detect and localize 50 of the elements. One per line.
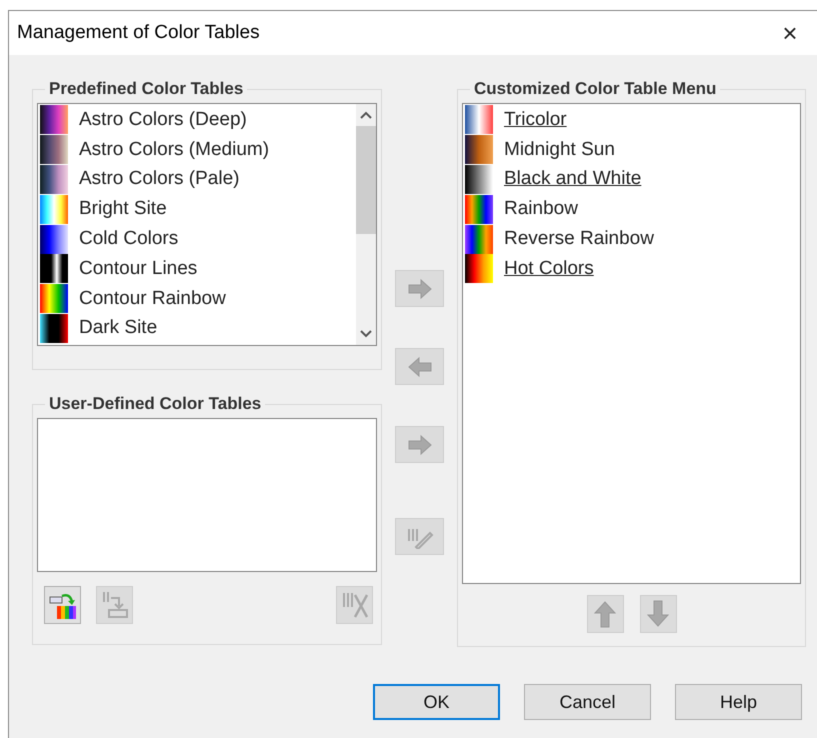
- color-swatch-icon: [465, 224, 493, 254]
- list-item[interactable]: Black and White: [504, 168, 642, 190]
- group-title: Customized Color Table Menu: [473, 79, 718, 99]
- color-swatch-icon: [40, 105, 68, 134]
- close-button[interactable]: ×: [770, 18, 810, 48]
- dialog-button[interactable]: Help: [675, 684, 802, 720]
- list-item[interactable]: Contour Lines: [79, 258, 198, 280]
- list-item[interactable]: Astro Colors (Medium): [79, 138, 270, 161]
- color-swatch-icon: [465, 164, 493, 194]
- dialog-button[interactable]: OK: [373, 684, 500, 720]
- color-table-list[interactable]: Astro Colors (Deep) Astro Colors (Medium) Astro Colors (Pale) Bright Site Cold Colors Contour Lines Contour Rainbow Dark Site: [37, 103, 377, 346]
- window-title: Management of Color Tables: [17, 22, 260, 44]
- color-swatch-icon: [40, 314, 68, 343]
- group-title: User-Defined Color Tables: [48, 394, 262, 414]
- scrollbar[interactable]: [356, 104, 376, 345]
- color-swatch-icon: [465, 105, 493, 134]
- scroll-up-icon[interactable]: [360, 111, 372, 119]
- delete-icon: [340, 590, 368, 620]
- group-title: Predefined Color Tables: [48, 79, 244, 99]
- import-icon: [100, 590, 128, 620]
- right-arrow-icon: [406, 278, 432, 298]
- left-arrow-icon: [406, 356, 432, 376]
- color-swatch-icon: [465, 254, 493, 284]
- new-button[interactable]: [44, 586, 81, 624]
- color-swatch-icon: [40, 254, 68, 284]
- color-swatch-icon: [40, 284, 68, 314]
- list-item[interactable]: Midnight Sun: [504, 138, 615, 161]
- dialog-button[interactable]: Cancel: [524, 684, 651, 720]
- menu-table-list[interactable]: Tricolor Midnight Sun Black and White Rainbow Reverse Rainbow Hot Colors: [462, 103, 801, 584]
- color-swatch-icon: [465, 194, 493, 224]
- list-item[interactable]: Bright Site: [79, 198, 167, 220]
- list-item[interactable]: Tricolor: [504, 108, 567, 131]
- scroll-down-icon[interactable]: [360, 330, 372, 338]
- color-swatch-icon: [465, 135, 493, 164]
- list-item[interactable]: Reverse Rainbow: [504, 228, 654, 250]
- list-item[interactable]: Astro Colors (Deep): [79, 108, 247, 131]
- right-arrow-icon: [406, 434, 432, 454]
- list-item[interactable]: Contour Rainbow: [79, 288, 226, 310]
- color-swatch-icon: [40, 164, 68, 194]
- color-swatch-icon: [40, 224, 68, 254]
- list-item[interactable]: Astro Colors (Pale): [79, 168, 240, 190]
- list-item[interactable]: Dark Site: [79, 317, 158, 340]
- scrollbar-thumb[interactable]: [356, 126, 376, 234]
- list-item[interactable]: Cold Colors: [79, 228, 178, 250]
- list-item[interactable]: Hot Colors: [504, 258, 594, 280]
- up-arrow-icon: [594, 600, 616, 628]
- list-item[interactable]: Rainbow: [504, 198, 578, 220]
- color-swatch-icon: [40, 194, 68, 224]
- color-swatch-icon: [40, 135, 68, 164]
- down-arrow-icon: [647, 600, 669, 628]
